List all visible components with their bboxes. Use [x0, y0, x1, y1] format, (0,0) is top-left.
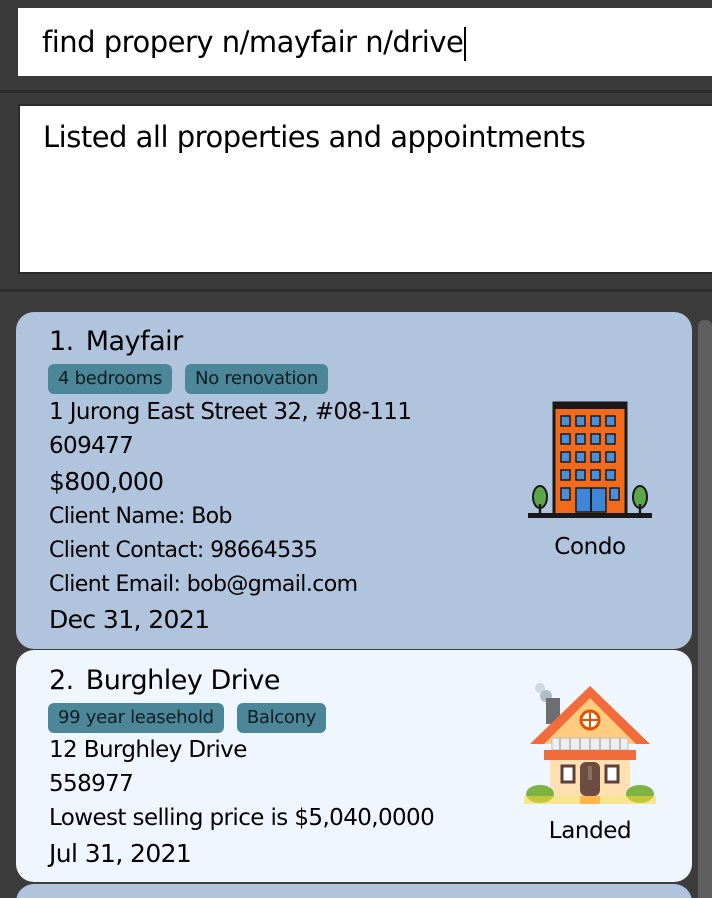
- property-address: 12 Burghley Drive: [49, 737, 247, 763]
- property-name: Burghley Drive: [85, 665, 281, 696]
- client-email: Client Email: bob@gmail.com: [49, 572, 358, 597]
- property-tags: 4 bedrooms No renovation: [48, 364, 329, 394]
- property-type-label: Landed: [548, 818, 632, 844]
- text-caret: [464, 27, 467, 61]
- result-bar: Listed all properties and appointments: [0, 93, 712, 292]
- property-tags: 99 year leasehold Balcony: [48, 703, 327, 733]
- property-type-label: Condo: [554, 534, 626, 560]
- property-card[interactable]: 2. Burghley Drive 99 year leasehold Balco…: [16, 650, 692, 882]
- property-address: 1 Jurong East Street 32, #08-111: [49, 399, 412, 425]
- client-contact: Client Contact: 98664535: [49, 538, 318, 563]
- tag-badge: 4 bedrooms: [48, 364, 173, 394]
- result-display[interactable]: Listed all properties and appointments: [18, 104, 712, 274]
- command-input[interactable]: find propery n/mayfair n/drive: [18, 8, 712, 76]
- property-date: Dec 31, 2021: [49, 605, 210, 634]
- property-title: 1. Mayfair: [49, 326, 183, 357]
- command-bar: find propery n/mayfair n/drive: [0, 0, 712, 93]
- property-index: 2.: [49, 665, 74, 696]
- property-card[interactable]: [16, 884, 692, 898]
- result-message: Listed all properties and appointments: [43, 120, 586, 154]
- property-postal: 609477: [49, 433, 134, 459]
- tag-badge: No renovation: [185, 364, 329, 394]
- list-scrollbar[interactable]: [698, 320, 712, 898]
- landed-house-icon: [524, 683, 656, 804]
- property-list[interactable]: 1. Mayfair 4 bedrooms No renovation 1 Jur…: [0, 292, 712, 898]
- condo-building-icon: [528, 401, 652, 518]
- property-card[interactable]: 1. Mayfair 4 bedrooms No renovation 1 Jur…: [16, 312, 692, 649]
- tag-badge: 99 year leasehold: [48, 703, 224, 733]
- property-price-note: Lowest selling price is $5,040,0000: [49, 805, 435, 831]
- command-text: find propery n/mayfair n/drive: [42, 25, 464, 59]
- property-date: Jul 31, 2021: [49, 839, 192, 868]
- property-postal: 558977: [49, 771, 134, 797]
- property-title: 2. Burghley Drive: [49, 665, 280, 696]
- tag-badge: Balcony: [236, 703, 327, 733]
- property-name: Mayfair: [85, 326, 183, 357]
- client-name: Client Name: Bob: [49, 504, 233, 529]
- property-price: $800,000: [49, 467, 164, 496]
- property-index: 1.: [49, 326, 74, 357]
